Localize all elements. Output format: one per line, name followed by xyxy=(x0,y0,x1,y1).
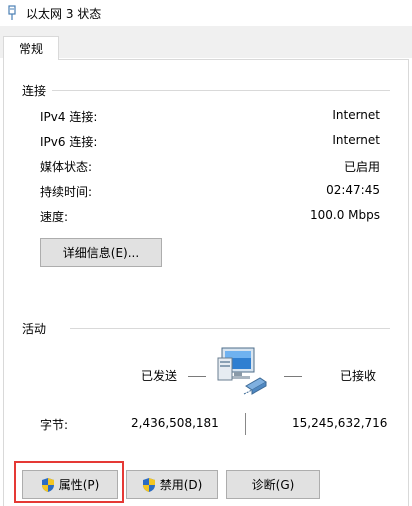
received-dash xyxy=(284,376,302,377)
duration-value: 02:47:45 xyxy=(326,183,380,197)
ipv6-label: IPv6 连接: xyxy=(40,135,98,149)
properties-button-label: 属性(P) xyxy=(58,478,100,492)
sent-label: 已发送 xyxy=(141,369,178,383)
bytes-received-value: 15,245,632,716 xyxy=(292,416,388,430)
media-state-value: 已启用 xyxy=(343,160,380,174)
received-label: 已接收 xyxy=(340,369,377,383)
properties-button[interactable]: 属性(P) xyxy=(22,470,118,499)
tab-strip xyxy=(0,26,412,58)
speed-label: 速度: xyxy=(40,210,69,224)
bytes-label: 字节: xyxy=(40,418,69,432)
ipv4-label: IPv4 连接: xyxy=(40,110,98,124)
ipv4-row: IPv4 连接: Internet xyxy=(40,108,380,128)
bytes-sent-value: 2,436,508,181 xyxy=(131,416,219,430)
speed-value: 100.0 Mbps xyxy=(309,208,380,222)
duration-row: 持续时间: 02:47:45 xyxy=(40,183,380,203)
duration-label: 持续时间: xyxy=(40,185,93,199)
title-bar: 以太网 3 状态 xyxy=(0,0,412,26)
disable-button[interactable]: 禁用(D) xyxy=(126,470,218,499)
network-computers-icon xyxy=(216,346,272,398)
activity-group-line xyxy=(70,328,390,329)
disable-button-label: 禁用(D) xyxy=(159,478,203,492)
media-state-label: 媒体状态: xyxy=(40,160,93,174)
connection-heading: 连接 xyxy=(22,82,53,99)
tab-general[interactable]: 常规 xyxy=(3,36,59,60)
ipv4-value: Internet xyxy=(332,108,380,122)
details-button[interactable]: 详细信息(E)... xyxy=(40,238,162,267)
connection-group-line xyxy=(52,90,390,91)
window-title: 以太网 3 状态 xyxy=(26,6,102,21)
activity-heading: 活动 xyxy=(22,320,53,337)
sent-dash xyxy=(188,376,206,377)
ipv6-row: IPv6 连接: Internet xyxy=(40,133,380,153)
diagnose-button[interactable]: 诊断(G) xyxy=(226,470,320,499)
uac-shield-icon xyxy=(142,477,156,493)
bytes-separator xyxy=(245,413,246,435)
speed-row: 速度: 100.0 Mbps xyxy=(40,208,380,228)
ipv6-value: Internet xyxy=(332,133,380,147)
network-adapter-icon xyxy=(6,5,18,21)
media-state-row: 媒体状态: 已启用 xyxy=(40,158,380,178)
uac-shield-icon xyxy=(41,477,55,493)
